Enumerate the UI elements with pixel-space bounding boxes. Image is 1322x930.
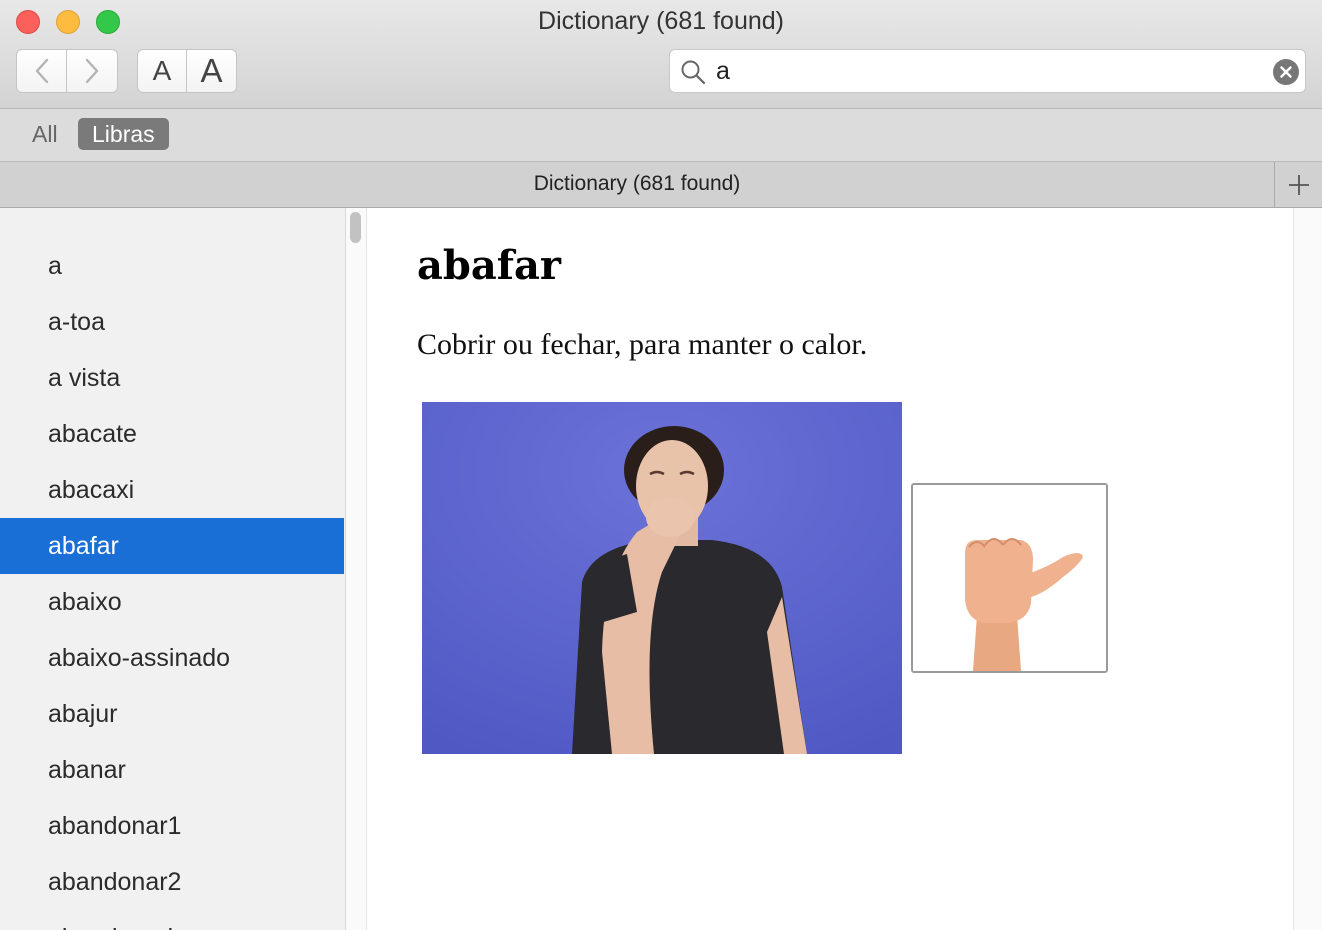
font-smaller-label: A: [152, 55, 172, 86]
entry-headword: abafar: [417, 242, 562, 289]
list-item[interactable]: abandonar1: [0, 798, 344, 854]
window-title: Dictionary (681 found): [538, 7, 784, 35]
tab-dictionary[interactable]: Dictionary (681 found): [0, 172, 1274, 196]
plus-icon: [1288, 174, 1309, 195]
dictionary-window: Dictionary (681 found) A A a All Libras …: [0, 0, 1322, 930]
thumb-handshape-icon: [913, 485, 1106, 671]
list-item[interactable]: abajur: [0, 686, 344, 742]
back-button[interactable]: [16, 49, 67, 93]
word-list: a a-toa a vista abacate abacaxi abafar a…: [0, 238, 344, 930]
content-scrollbar[interactable]: [1293, 208, 1322, 930]
font-size-buttons: A A: [137, 49, 237, 93]
forward-button[interactable]: [67, 49, 118, 93]
chevron-right-icon: [85, 58, 99, 84]
tab-bar: Dictionary (681 found): [0, 162, 1322, 208]
list-item[interactable]: a: [0, 238, 344, 294]
list-item[interactable]: a-toa: [0, 294, 344, 350]
list-item[interactable]: abandonar2: [0, 854, 344, 910]
list-item[interactable]: abandonado: [0, 910, 344, 930]
decrease-font-button[interactable]: A: [137, 49, 187, 93]
chevron-left-icon: [35, 58, 48, 84]
scope-libras[interactable]: Libras: [78, 118, 169, 150]
search-field[interactable]: [669, 49, 1306, 93]
list-item[interactable]: a vista: [0, 350, 344, 406]
sidebar-scroll-thumb[interactable]: [350, 212, 361, 243]
entry-content: abafar Cobrir ou fechar, para manter o c…: [367, 208, 1293, 930]
list-item[interactable]: abaixo-assinado: [0, 630, 344, 686]
list-item[interactable]: abaixo: [0, 574, 344, 630]
sign-language-video: [422, 402, 902, 754]
font-larger-label: A: [200, 52, 223, 89]
increase-font-button[interactable]: A: [187, 49, 237, 93]
handshape-image: [911, 483, 1108, 673]
search-input[interactable]: [716, 57, 1236, 86]
search-icon: [681, 60, 706, 85]
scope-all[interactable]: All: [18, 118, 72, 150]
list-item[interactable]: abacaxi: [0, 462, 344, 518]
scope-bar: All Libras: [0, 109, 1322, 162]
x-mark-icon: [1280, 66, 1292, 78]
sidebar-scrollbar[interactable]: [346, 208, 367, 930]
list-item[interactable]: abacate: [0, 406, 344, 462]
entry-definition: Cobrir ou fechar, para manter o calor.: [417, 328, 868, 361]
title-bar: Dictionary (681 found) A A: [0, 0, 1322, 109]
new-tab-button[interactable]: [1274, 162, 1322, 207]
list-item[interactable]: abanar: [0, 742, 344, 798]
navigation-buttons: [16, 49, 118, 93]
clear-search-icon[interactable]: [1273, 59, 1299, 85]
list-item-selected[interactable]: abafar: [0, 518, 344, 574]
word-list-sidebar: a a-toa a vista abacate abacaxi abafar a…: [0, 208, 346, 930]
